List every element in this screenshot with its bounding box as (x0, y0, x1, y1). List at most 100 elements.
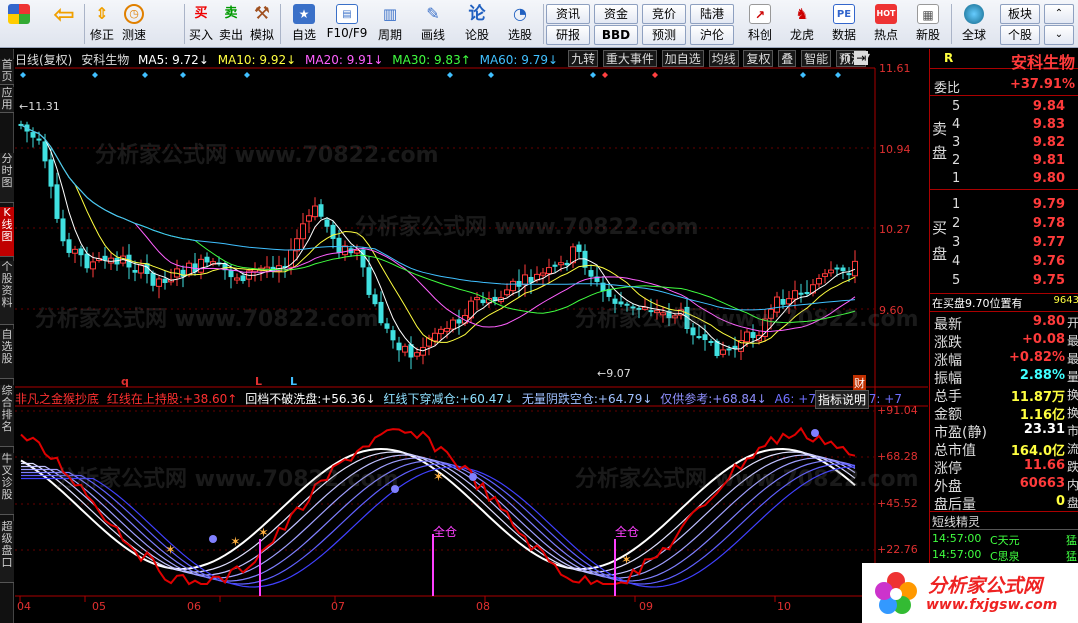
nine-turn-button[interactable]: 九转 (568, 50, 599, 67)
candle-body (564, 262, 570, 266)
tab-apps[interactable]: 应用 (0, 87, 14, 113)
buy-order-row[interactable]: 3 9.77 (930, 235, 1078, 252)
watchlist-button[interactable]: ★ 自选 (284, 2, 324, 46)
collapse-up-button[interactable]: ⌃ (1044, 4, 1074, 24)
fund-button[interactable]: 资金 (594, 4, 638, 24)
stat-row: 最新 9.80 开 (930, 314, 1078, 333)
indicator-name[interactable]: 非凡之金猴抄底 (15, 392, 99, 406)
hotspot-button[interactable]: HOT 热点 (866, 2, 906, 46)
order-level: 5 (952, 99, 961, 114)
lock-icon[interactable]: ⊓ (841, 51, 850, 65)
dropdown-icon[interactable]: ▾ (865, 51, 870, 62)
data-button[interactable]: PE 数据 (824, 2, 864, 46)
fix-label: 修正 (89, 28, 114, 42)
stat-row: 振幅 2.88% 量 (930, 368, 1078, 387)
star-market-button[interactable]: ↗ 科创 (740, 2, 780, 46)
ma-info-bar: 日线(复权) 安科生物 MA5: 9.72↓ MA10: 9.92↓ MA20:… (15, 51, 563, 67)
sell-button[interactable]: 卖 卖出 (216, 2, 246, 46)
bbd-button[interactable]: BBD (594, 25, 638, 45)
candle-body (42, 141, 48, 162)
smart-button[interactable]: 智能 (801, 50, 832, 67)
speed-test-button[interactable]: ◷ 测速 (118, 2, 150, 46)
global-button[interactable]: 全球 (954, 2, 994, 46)
buy-order-row[interactable]: 4 9.76 (930, 254, 1078, 271)
stat-value: +0.08 (1022, 332, 1065, 347)
candle-body (72, 248, 78, 254)
major-events-button[interactable]: 重大事件 (602, 50, 657, 67)
order-level: 4 (952, 254, 961, 269)
simulate-button[interactable]: ⚒ 模拟 (246, 2, 278, 46)
bidding-button[interactable]: 竞价 (642, 4, 686, 24)
buy-order-row[interactable]: 5 9.75 (930, 273, 1078, 290)
draw-line-button[interactable]: ✎ 画线 (412, 2, 454, 46)
dragon-tiger-button[interactable]: ♞ 龙虎 (782, 2, 822, 46)
discuss-button[interactable]: 论 论股 (460, 2, 494, 46)
financial-report-marker[interactable]: 财 (853, 375, 866, 391)
tab-intraday[interactable]: 分时图 (0, 153, 14, 203)
tab-diagnosis[interactable]: 牛叉诊股 (0, 453, 14, 515)
candle-body (324, 219, 330, 227)
forecast-button[interactable]: 预测 (642, 25, 686, 45)
shanghai-london-button[interactable]: 沪伦 (690, 25, 734, 45)
research-button[interactable]: 研报 (546, 25, 590, 45)
sell-order-row[interactable]: 3 9.82 (930, 135, 1078, 152)
candle-body (696, 336, 702, 339)
candle-body (588, 270, 594, 277)
collapse-down-button[interactable]: ⌄ (1044, 25, 1074, 45)
f10-button[interactable]: ▤ F10/F9 (326, 2, 368, 46)
speed-clock-icon: ◷ (124, 4, 144, 24)
buy-button[interactable]: 买 买入 (186, 2, 216, 46)
buy-order-row[interactable]: 2 9.78 (930, 216, 1078, 233)
windows-button[interactable] (4, 2, 34, 46)
ma60-value: MA60: 9.79↓ (479, 53, 559, 67)
weibi-row: 委比 +37.91% (930, 77, 1078, 96)
ma-lines-button[interactable]: 均线 (708, 50, 739, 67)
sell-order-row[interactable]: 5 9.84 (930, 99, 1078, 116)
candle-body (186, 262, 192, 276)
order-level: 4 (952, 117, 961, 132)
tab-ranking[interactable]: 综合排名 (0, 385, 14, 447)
select-stock-button[interactable]: ◔ 选股 (500, 2, 540, 46)
dragon-icon: ♞ (795, 5, 809, 23)
add-watchlist-button[interactable]: 加自选 (661, 50, 704, 67)
monkey-signal-icon: ✶ (621, 553, 632, 568)
news-button[interactable]: 资讯 (546, 4, 590, 24)
stat-label: 涨幅 (934, 353, 962, 369)
tab-home[interactable]: 首页 (0, 59, 14, 85)
ipo-button[interactable]: ▦ 新股 (908, 2, 948, 46)
watermark: 分析家公式网 www.70822.com (575, 467, 919, 492)
fix-button[interactable]: ⇕ 修正 (86, 2, 118, 46)
back-button[interactable]: ⇦ (48, 2, 80, 46)
sell-order-row[interactable]: 2 9.81 (930, 153, 1078, 170)
buy-order-row[interactable]: 1 9.79 (930, 197, 1078, 214)
sector-button[interactable]: 板块 (1000, 4, 1040, 24)
short-term-elf-title[interactable]: 短线精灵 (932, 513, 980, 530)
hk-connect-button[interactable]: 陆港 (690, 4, 734, 24)
candle-body (558, 262, 564, 266)
elf-row[interactable]: 14:57:00 C天元 猛 (930, 532, 1078, 549)
sell-order-row[interactable]: 1 9.80 (930, 171, 1078, 188)
period-button[interactable]: ▥ 周期 (370, 2, 410, 46)
kline-chart-area[interactable]: ✶ ✶ ✶ ✶ ✶ 分析家公式网 www.70822.com 分析家公式网 www.70… (15, 49, 928, 623)
kline-canvas[interactable]: ✶ ✶ ✶ ✶ ✶ (15, 49, 928, 623)
weibi-value: +37.91% (1009, 77, 1075, 92)
tab-watchlist[interactable]: 自选股 (0, 329, 14, 379)
stock-button[interactable]: 个股 (1000, 25, 1040, 45)
x-axis-label: 08 (476, 600, 490, 613)
candle-body (300, 223, 306, 240)
tab-kline[interactable]: K线图 (0, 207, 14, 257)
stat-extra-label: 换 (1067, 406, 1078, 420)
stat-row: 金额 1.16亿换 (930, 404, 1078, 423)
adjust-button[interactable]: 复权 (743, 50, 774, 67)
tab-stock-info[interactable]: 个股资料 (0, 261, 14, 325)
indicator-value-4: +64.79↓ (597, 392, 653, 406)
order-queue-row[interactable]: 在买盘9.70位置有 9643 (930, 295, 1078, 312)
candle-body (576, 244, 582, 252)
indicator-help-button[interactable]: 指标说明 (815, 390, 870, 409)
tab-super-depth[interactable]: 超级盘口 (0, 521, 14, 583)
overlay-button[interactable]: 叠 (778, 50, 797, 67)
sell-order-row[interactable]: 4 9.83 (930, 117, 1078, 134)
monkey-signal-icon: ✶ (230, 535, 241, 550)
flower-logo-icon (875, 572, 917, 614)
order-level: 1 (952, 197, 961, 212)
